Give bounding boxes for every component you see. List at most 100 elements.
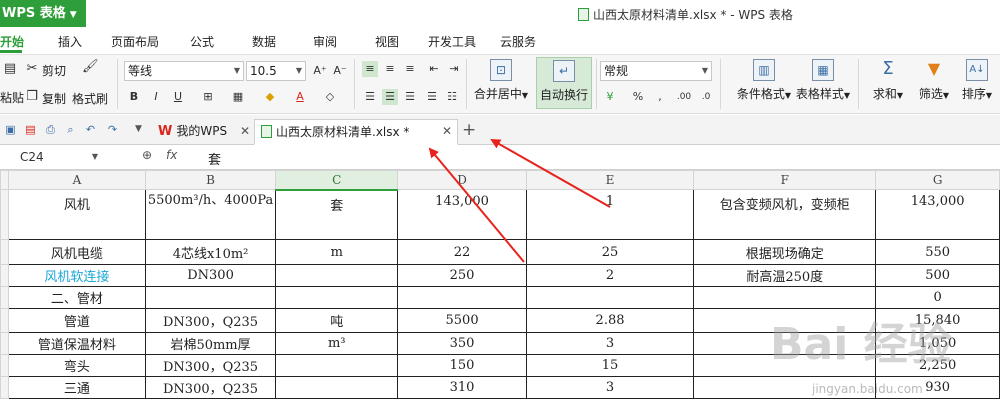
number-format-select[interactable]: 常规 ▼: [600, 61, 712, 81]
table-cell[interactable]: 0: [875, 286, 1000, 309]
table-cell[interactable]: [693, 308, 877, 333]
table-cell[interactable]: m³: [275, 332, 399, 355]
table-cell[interactable]: 250: [397, 264, 527, 287]
table-cell[interactable]: 岩棉50mm厚: [144, 332, 277, 355]
currency-icon[interactable]: ¥: [602, 89, 618, 105]
insert-function-button[interactable]: fx: [166, 148, 177, 162]
table-cell[interactable]: 包含变频风机，变频柜: [693, 189, 877, 240]
percent-icon[interactable]: %: [630, 89, 646, 105]
close-icon[interactable]: ✕: [442, 124, 452, 138]
zoom-search-icon[interactable]: ⊕: [142, 148, 152, 162]
new-tab-button[interactable]: +: [462, 120, 476, 140]
table-cell[interactable]: 管道: [7, 308, 146, 333]
table-cell[interactable]: [693, 354, 877, 377]
table-cell[interactable]: 15,840: [875, 308, 1000, 333]
cut-button[interactable]: 剪切: [42, 62, 66, 79]
print-preview-icon[interactable]: ⌕: [64, 123, 77, 136]
table-cell[interactable]: DN300: [144, 264, 277, 287]
decrease-decimal-icon[interactable]: .0: [698, 89, 714, 105]
table-style-button[interactable]: ▦ 表格样式▼: [792, 57, 854, 109]
app-menu-button[interactable]: WPS 表格 ▼: [0, 0, 86, 27]
decrease-font-icon[interactable]: A⁻: [332, 63, 348, 79]
format-painter-icon[interactable]: 🖌: [82, 59, 99, 75]
table-cell[interactable]: 5500m³/h、4000Pa: [144, 189, 277, 240]
thousands-icon[interactable]: ,: [652, 89, 668, 105]
table-cell[interactable]: 3: [525, 376, 695, 399]
print-icon[interactable]: ⎙: [44, 123, 57, 136]
formula-input[interactable]: 套: [208, 149, 221, 168]
table-cell[interactable]: 4芯线x10m²: [144, 239, 277, 265]
table-cell[interactable]: 弯头: [7, 354, 146, 377]
table-cell[interactable]: [144, 286, 277, 309]
font-name-select[interactable]: 等线 ▼: [124, 61, 244, 81]
tab-review[interactable]: 审阅: [313, 33, 337, 50]
export-pdf-icon[interactable]: ▤: [24, 123, 37, 136]
column-header-c[interactable]: C: [275, 170, 399, 191]
column-header-e[interactable]: E: [525, 170, 695, 190]
row-header[interactable]: [0, 239, 9, 265]
table-cell[interactable]: 1: [525, 189, 695, 240]
table-cell[interactable]: 吨: [275, 308, 399, 333]
tab-data[interactable]: 数据: [252, 33, 276, 50]
tab-view[interactable]: 视图: [375, 33, 399, 50]
row-header[interactable]: [0, 354, 9, 377]
redo-icon[interactable]: ↷: [106, 123, 119, 136]
table-cell[interactable]: 套: [275, 189, 399, 240]
increase-decimal-icon[interactable]: .00: [676, 89, 692, 105]
row-header[interactable]: [0, 332, 9, 355]
table-cell[interactable]: 1,050: [875, 332, 1000, 355]
table-cell[interactable]: 风机软连接: [7, 264, 146, 287]
underline-icon[interactable]: U: [170, 89, 186, 105]
table-cell[interactable]: 22: [397, 239, 527, 265]
format-painter-button[interactable]: 格式刷: [72, 90, 108, 107]
chevron-down-icon[interactable]: ▼: [132, 123, 145, 136]
merge-center-button[interactable]: ⊡ 合并居中▼: [470, 57, 532, 109]
table-cell[interactable]: DN300，Q235: [144, 376, 277, 399]
tab-developer[interactable]: 开发工具: [428, 33, 476, 50]
table-cell[interactable]: [275, 264, 399, 287]
paste-icon[interactable]: ▤: [2, 61, 18, 77]
table-cell[interactable]: 500: [875, 264, 1000, 287]
table-cell[interactable]: 15: [525, 354, 695, 377]
borders-icon[interactable]: ⊞: [200, 89, 216, 105]
select-all-corner[interactable]: [0, 170, 9, 190]
font-size-select[interactable]: 10.5 ▼: [246, 61, 306, 81]
table-cell[interactable]: 25: [525, 239, 695, 265]
column-header-b[interactable]: B: [144, 170, 277, 190]
table-cell[interactable]: DN300，Q235: [144, 308, 277, 333]
table-cell[interactable]: 风机: [7, 189, 146, 240]
table-cell[interactable]: 5500: [397, 308, 527, 333]
table-cell[interactable]: 耐高温250度: [693, 264, 877, 287]
table-cell[interactable]: 310: [397, 376, 527, 399]
sort-button[interactable]: A↓ 排序▼: [956, 57, 998, 109]
table-cell[interactable]: 550: [875, 239, 1000, 265]
table-cell[interactable]: 根据现场确定: [693, 239, 877, 265]
table-cell[interactable]: 管道保温材料: [7, 332, 146, 355]
tab-cloud-service[interactable]: 云服务: [500, 33, 536, 50]
table-cell[interactable]: 143,000: [875, 189, 1000, 240]
table-cell[interactable]: 2,250: [875, 354, 1000, 377]
increase-indent-icon[interactable]: ⇥: [446, 61, 462, 77]
table-cell[interactable]: 2.88: [525, 308, 695, 333]
table-cell[interactable]: 143,000: [397, 189, 527, 240]
column-header-d[interactable]: D: [397, 170, 527, 190]
row-header[interactable]: [0, 264, 9, 287]
close-icon[interactable]: ✕: [240, 124, 250, 138]
table-cell[interactable]: 350: [397, 332, 527, 355]
row-header[interactable]: [0, 308, 9, 333]
table-cell[interactable]: 930: [875, 376, 1000, 399]
copy-button[interactable]: 复制: [42, 90, 66, 107]
table-cell[interactable]: 150: [397, 354, 527, 377]
tab-page-layout[interactable]: 页面布局: [111, 33, 159, 50]
fill-color-icon[interactable]: ▦: [230, 89, 246, 105]
table-cell[interactable]: [275, 286, 399, 309]
table-cell[interactable]: [693, 376, 877, 399]
distributed-icon[interactable]: ☷: [444, 89, 460, 105]
tab-home[interactable]: 开始: [0, 33, 24, 50]
column-header-a[interactable]: A: [7, 170, 146, 190]
conditional-format-button[interactable]: ▥ 条件格式▼: [726, 57, 802, 109]
row-header[interactable]: [0, 286, 9, 309]
align-center-icon[interactable]: ☰: [382, 89, 398, 105]
scissors-icon[interactable]: ✂: [24, 61, 40, 77]
align-right-icon[interactable]: ☰: [402, 89, 418, 105]
